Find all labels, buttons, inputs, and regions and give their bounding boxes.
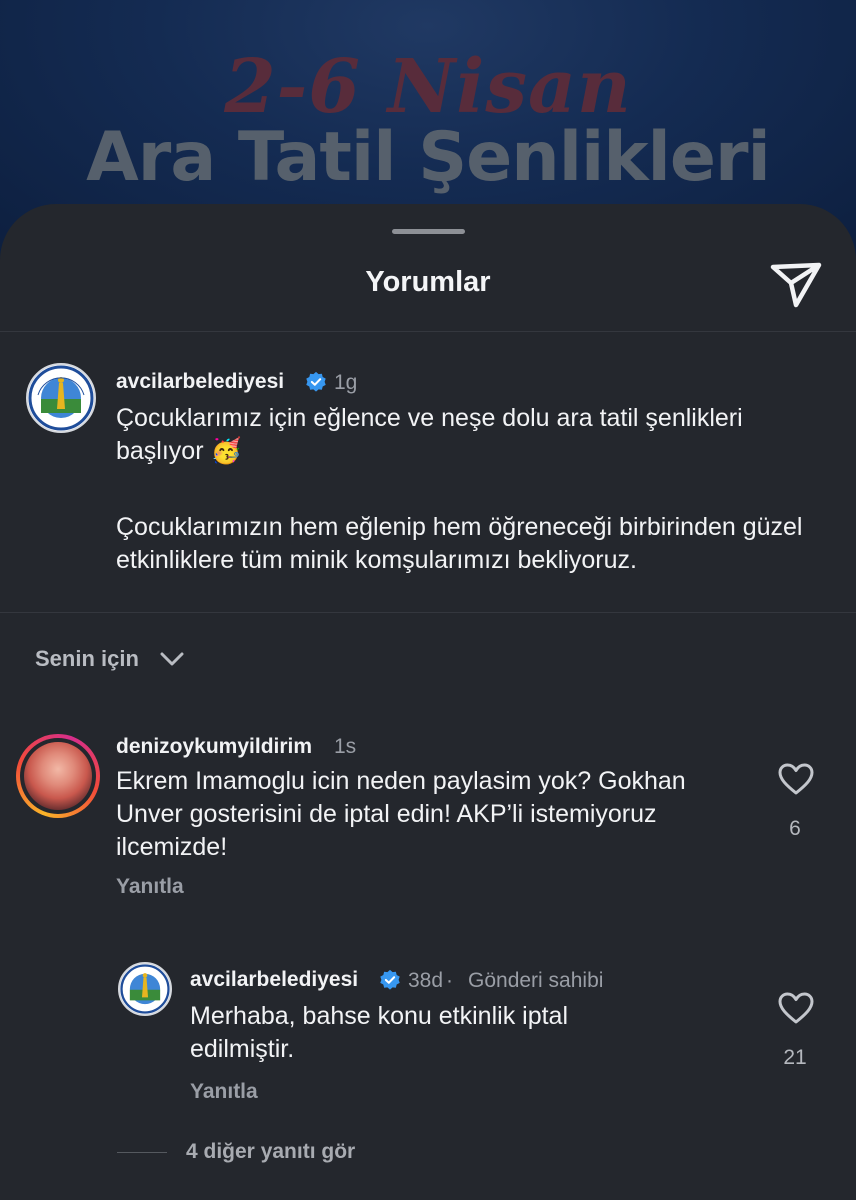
post-caption-paragraph-1: Çocuklarımız için eğlence ve neşe dolu a… bbox=[116, 404, 743, 465]
header-divider bbox=[0, 331, 856, 332]
reply-author-username[interactable]: avcilarbelediyesi bbox=[190, 968, 358, 992]
avatar[interactable] bbox=[26, 363, 96, 433]
caption-divider bbox=[0, 612, 856, 613]
chevron-down-icon[interactable] bbox=[160, 650, 184, 668]
post-timestamp: 1g bbox=[334, 371, 358, 394]
reply-button[interactable]: Yanıtla bbox=[190, 1080, 258, 1104]
like-count: 21 bbox=[783, 1046, 807, 1069]
heart-icon[interactable] bbox=[777, 991, 815, 1025]
avatar[interactable] bbox=[16, 734, 100, 818]
post-owner-tag: Gönderi sahibi bbox=[468, 969, 604, 992]
sheet-drag-handle[interactable] bbox=[392, 229, 465, 234]
heart-icon[interactable] bbox=[777, 762, 815, 796]
comment-sort-dropdown[interactable]: Senin için bbox=[35, 646, 139, 672]
like-count: 6 bbox=[789, 817, 801, 840]
comment-text: Ekrem Imamoglu icin neden paylasim yok? … bbox=[116, 767, 686, 861]
reply-text: Merhaba, bahse konu etkinlik iptal edilm… bbox=[190, 1002, 569, 1063]
reply-button[interactable]: Yanıtla bbox=[116, 875, 184, 899]
post-caption-paragraph-2: Çocuklarımızın hem eğlenip hem öğreneceğ… bbox=[116, 513, 803, 574]
sheet-title: Yorumlar bbox=[365, 266, 491, 298]
post-author-username[interactable]: avcilarbelediyesi bbox=[116, 370, 284, 394]
comment-author-username[interactable]: denizoykumyildirim bbox=[116, 735, 312, 759]
replies-thread-line bbox=[117, 1152, 167, 1153]
verified-badge-icon bbox=[306, 371, 326, 392]
avatar[interactable] bbox=[118, 962, 172, 1016]
verified-badge-icon bbox=[380, 969, 400, 990]
view-more-replies-button[interactable]: 4 diğer yanıtı gör bbox=[186, 1140, 355, 1164]
paper-plane-icon[interactable] bbox=[768, 259, 824, 309]
banner-event-title: Ara Tatil Şenlikleri bbox=[86, 118, 771, 197]
comments-sheet: Yorumlar avcilarbelediyesi 1g Çocuklarım… bbox=[0, 204, 856, 1200]
meta-separator: · bbox=[446, 969, 453, 992]
comment-timestamp: 1s bbox=[334, 735, 357, 758]
reply-timestamp: 38d bbox=[408, 969, 444, 992]
